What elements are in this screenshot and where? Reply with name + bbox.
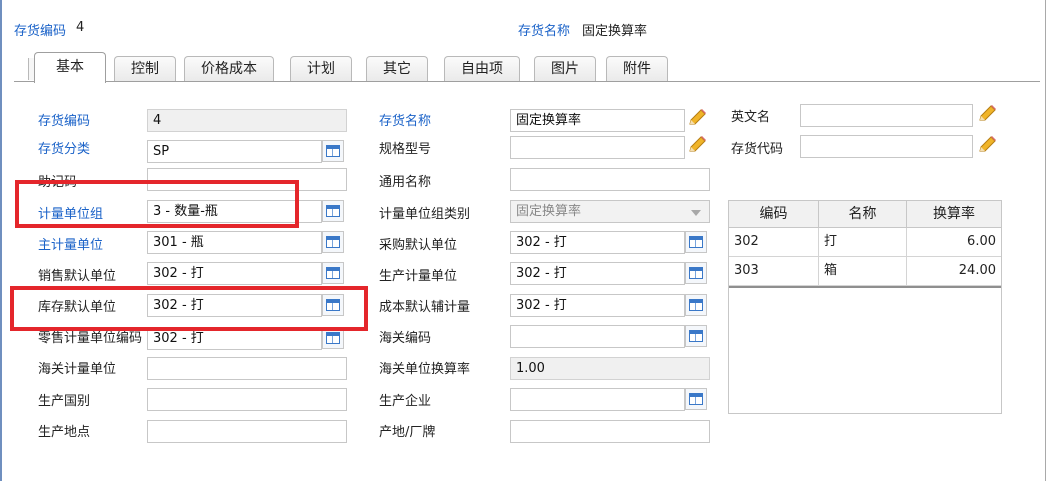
sales-unit-label: 销售默认单位 (38, 269, 117, 284)
tab-plan[interactable]: 计划 (290, 56, 352, 82)
column-header-name[interactable]: 名称 (819, 201, 907, 228)
spec-model-field[interactable] (510, 136, 685, 159)
english-name-label: 英文名 (731, 110, 771, 125)
table-row[interactable]: 302 打 6.00 (729, 228, 1001, 257)
column-header-code[interactable]: 编码 (729, 201, 819, 228)
cell-code: 303 (729, 257, 819, 286)
customs-rate-label: 海关单位换算率 (379, 362, 471, 377)
origin-place-field[interactable] (147, 420, 347, 443)
brand-field[interactable] (510, 420, 710, 443)
customs-unit-field[interactable] (147, 357, 347, 380)
inventory-name-field[interactable]: 固定换算率 (510, 109, 685, 132)
window-left-border (0, 0, 2, 481)
inventory-alias-field[interactable] (800, 135, 973, 158)
vertical-scroll-edge (1045, 0, 1046, 481)
header-name-label: 存货名称 (518, 24, 571, 39)
purchase-unit-ref-button[interactable] (685, 231, 707, 253)
grid-lookup-icon (689, 267, 703, 279)
main-unit-ref-button[interactable] (322, 231, 344, 253)
origin-country-label: 生产国别 (38, 394, 91, 409)
inventory-code-label: 存货编码 (38, 114, 91, 129)
manufacturer-label: 生产企业 (379, 394, 432, 409)
pencil-icon[interactable] (976, 103, 998, 125)
cell-rate: 24.00 (958, 263, 996, 278)
tab-attachment[interactable]: 附件 (606, 56, 668, 82)
unit-group-type-select[interactable]: 固定换算率 (510, 200, 710, 223)
header-code-value: 4 (76, 20, 85, 35)
tab-basic[interactable]: 基本 (34, 52, 106, 83)
cell-name: 箱 (819, 257, 907, 286)
production-unit-ref-button[interactable] (685, 262, 707, 284)
production-unit-field[interactable]: 302 - 打 (510, 262, 685, 285)
grid-lookup-icon (689, 299, 703, 311)
inventory-class-ref-button[interactable] (322, 140, 344, 162)
tab-free-items[interactable]: 自由项 (444, 56, 520, 82)
tab-control[interactable]: 控制 (114, 56, 176, 82)
header-name-value: 固定换算率 (582, 24, 648, 39)
table-header: 编码 名称 换算率 (729, 201, 1001, 228)
grid-lookup-icon (326, 205, 340, 217)
customs-rate-field[interactable]: 1.00 (510, 357, 710, 380)
common-name-label: 通用名称 (379, 175, 432, 190)
inventory-class-field[interactable]: SP (147, 140, 322, 163)
cost-aux-unit-field[interactable]: 302 - 打 (510, 294, 685, 317)
pencil-icon[interactable] (976, 134, 998, 156)
cell-code: 302 (729, 228, 819, 257)
customs-code-ref-button[interactable] (685, 325, 707, 347)
tab-picture[interactable]: 图片 (534, 56, 596, 82)
manufacturer-field[interactable] (510, 388, 685, 411)
sales-unit-ref-button[interactable] (322, 262, 344, 284)
grid-lookup-icon (326, 236, 340, 248)
origin-country-field[interactable] (147, 388, 347, 411)
tab-price-cost[interactable]: 价格成本 (184, 56, 274, 82)
grid-lookup-icon (689, 330, 703, 342)
sales-unit-field[interactable]: 302 - 打 (147, 262, 322, 285)
origin-place-label: 生产地点 (38, 425, 91, 440)
main-unit-field[interactable]: 301 - 瓶 (147, 231, 322, 254)
manufacturer-ref-button[interactable] (685, 388, 707, 410)
tab-other[interactable]: 其它 (366, 56, 428, 82)
grid-lookup-icon (689, 236, 703, 248)
highlight-box-stock-unit (10, 286, 368, 331)
column-header-rate[interactable]: 换算率 (907, 201, 1001, 228)
cell-rate: 6.00 (967, 234, 996, 249)
unit-group-ref-button[interactable] (322, 200, 344, 222)
spec-model-label: 规格型号 (379, 142, 432, 157)
pencil-icon[interactable] (686, 134, 708, 156)
unit-conversion-table: 编码 名称 换算率 302 打 6.00 303 箱 24.00 (728, 200, 1002, 414)
purchase-unit-label: 采购默认单位 (379, 238, 458, 253)
main-unit-label: 主计量单位 (38, 238, 104, 253)
table-row[interactable]: 303 箱 24.00 (729, 257, 1001, 286)
inventory-alias-label: 存货代码 (731, 142, 784, 157)
pencil-icon[interactable] (686, 107, 708, 129)
table-rows-end-line (729, 286, 1001, 288)
inventory-class-label: 存货分类 (38, 142, 91, 157)
cell-name: 打 (819, 228, 907, 257)
brand-label: 产地/厂牌 (379, 425, 436, 440)
customs-code-label: 海关编码 (379, 331, 432, 346)
common-name-field[interactable] (510, 168, 710, 191)
header-code-label: 存货编码 (14, 24, 67, 39)
customs-unit-label: 海关计量单位 (38, 362, 117, 377)
customs-code-field[interactable] (510, 325, 685, 348)
inventory-code-field[interactable]: 4 (147, 109, 347, 132)
grid-lookup-icon (326, 145, 340, 157)
cost-aux-unit-ref-button[interactable] (685, 294, 707, 316)
grid-lookup-icon (326, 332, 340, 344)
grid-lookup-icon (326, 267, 340, 279)
highlight-box-unit-group (15, 180, 299, 228)
production-unit-label: 生产计量单位 (379, 269, 458, 284)
english-name-field[interactable] (800, 104, 973, 127)
chevron-down-icon (691, 210, 701, 216)
purchase-unit-field[interactable]: 302 - 打 (510, 231, 685, 254)
grid-lookup-icon (689, 393, 703, 405)
tab-bar: 基本 控制 价格成本 计划 其它 自由项 图片 附件 (28, 52, 688, 83)
unit-group-type-label: 计量单位组类别 (379, 207, 471, 222)
inventory-name-label: 存货名称 (379, 114, 432, 129)
cost-aux-unit-label: 成本默认辅计量 (379, 300, 471, 315)
